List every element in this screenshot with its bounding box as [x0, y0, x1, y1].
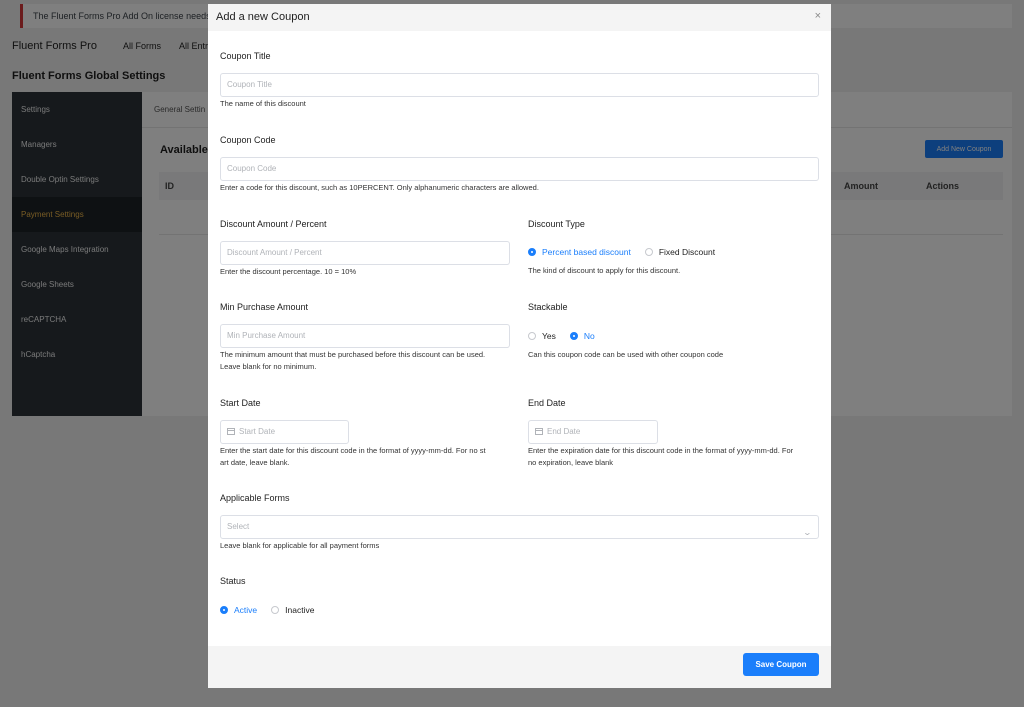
add-coupon-modal: Add a new Coupon × Coupon Title Coupon T… [208, 4, 831, 688]
radio-percent-discount[interactable]: Percent based discount [528, 247, 631, 257]
radio-no-label: No [583, 331, 595, 341]
min-purchase-label: Min Purchase Amount [220, 302, 309, 312]
applicable-forms-label: Applicable Forms [220, 493, 290, 503]
start-date-picker[interactable]: Start Date [220, 420, 349, 444]
start-date-help-line-1: Enter the start date for this discount c… [220, 446, 486, 455]
status-radio-group: Active Inactive [220, 605, 328, 615]
start-date-help-line-2: art date, leave blank. [220, 458, 290, 467]
modal-header: Add a new Coupon × [208, 4, 831, 31]
radio-percent-label: Percent based discount [542, 247, 631, 257]
radio-active-label: Active [234, 605, 258, 615]
discount-amount-placeholder: Discount Amount / Percent [227, 248, 322, 257]
radio-selected-icon [528, 248, 536, 256]
coupon-title-label: Coupon Title [220, 51, 271, 61]
applicable-forms-placeholder: Select [227, 522, 250, 531]
start-date-label: Start Date [220, 398, 261, 408]
calendar-icon [227, 428, 235, 435]
discount-type-help: The kind of discount to apply for this d… [528, 266, 681, 275]
discount-type-label: Discount Type [528, 219, 585, 229]
coupon-title-placeholder: Coupon Title [227, 80, 272, 89]
calendar-icon [535, 428, 543, 435]
coupon-code-help: Enter a code for this discount, such as … [220, 183, 539, 192]
stackable-radio-group: Yes No [528, 331, 609, 341]
radio-selected-icon [220, 606, 228, 614]
radio-inactive-label: Inactive [285, 605, 315, 615]
min-purchase-input[interactable]: Min Purchase Amount [220, 324, 510, 348]
radio-stackable-yes[interactable]: Yes [528, 331, 556, 341]
min-purchase-help-line-2: Leave blank for no minimum. [220, 362, 317, 371]
discount-type-radio-group: Percent based discount Fixed Discount [528, 247, 729, 257]
modal-footer: Save Coupon [208, 646, 831, 688]
save-coupon-button[interactable]: Save Coupon [743, 653, 819, 676]
radio-unselected-icon [271, 606, 280, 614]
discount-amount-input[interactable]: Discount Amount / Percent [220, 241, 510, 265]
coupon-code-input[interactable]: Coupon Code [220, 157, 819, 181]
end-date-label: End Date [528, 398, 566, 408]
close-icon[interactable]: × [815, 10, 821, 22]
stackable-label: Stackable [528, 302, 568, 312]
modal-title: Add a new Coupon [216, 11, 310, 23]
chevron-down-icon: ⌄ [802, 528, 813, 537]
coupon-code-placeholder: Coupon Code [227, 164, 277, 173]
min-purchase-help-line-1: The minimum amount that must be purchase… [220, 350, 486, 359]
discount-amount-label: Discount Amount / Percent [220, 219, 327, 229]
radio-stackable-no[interactable]: No [569, 331, 595, 341]
status-label: Status [220, 576, 246, 586]
applicable-forms-select[interactable]: Select ⌄ [220, 515, 819, 539]
applicable-forms-help: Leave blank for applicable for all payme… [220, 541, 380, 550]
start-date-placeholder: Start Date [239, 427, 276, 436]
radio-status-active[interactable]: Active [220, 605, 257, 615]
coupon-title-help: The name of this discount [220, 99, 306, 108]
radio-yes-label: Yes [542, 331, 556, 341]
end-date-picker[interactable]: End Date [528, 420, 658, 444]
coupon-code-label: Coupon Code [220, 135, 276, 145]
coupon-title-input[interactable]: Coupon Title [220, 73, 819, 97]
radio-fixed-discount[interactable]: Fixed Discount [644, 247, 716, 257]
radio-unselected-icon [644, 248, 653, 256]
radio-status-inactive[interactable]: Inactive [271, 605, 314, 615]
end-date-placeholder: End Date [547, 427, 581, 436]
radio-unselected-icon [528, 332, 536, 340]
min-purchase-placeholder: Min Purchase Amount [227, 331, 306, 340]
end-date-help-line-1: Enter the expiration date for this disco… [528, 446, 794, 455]
radio-fixed-label: Fixed Discount [658, 247, 716, 257]
discount-amount-help: Enter the discount percentage. 10 = 10% [220, 267, 357, 276]
end-date-help-line-2: no expiration, leave blank [528, 458, 614, 467]
stackable-help: Can this coupon code can be used with ot… [528, 350, 724, 359]
radio-selected-icon [569, 332, 578, 340]
